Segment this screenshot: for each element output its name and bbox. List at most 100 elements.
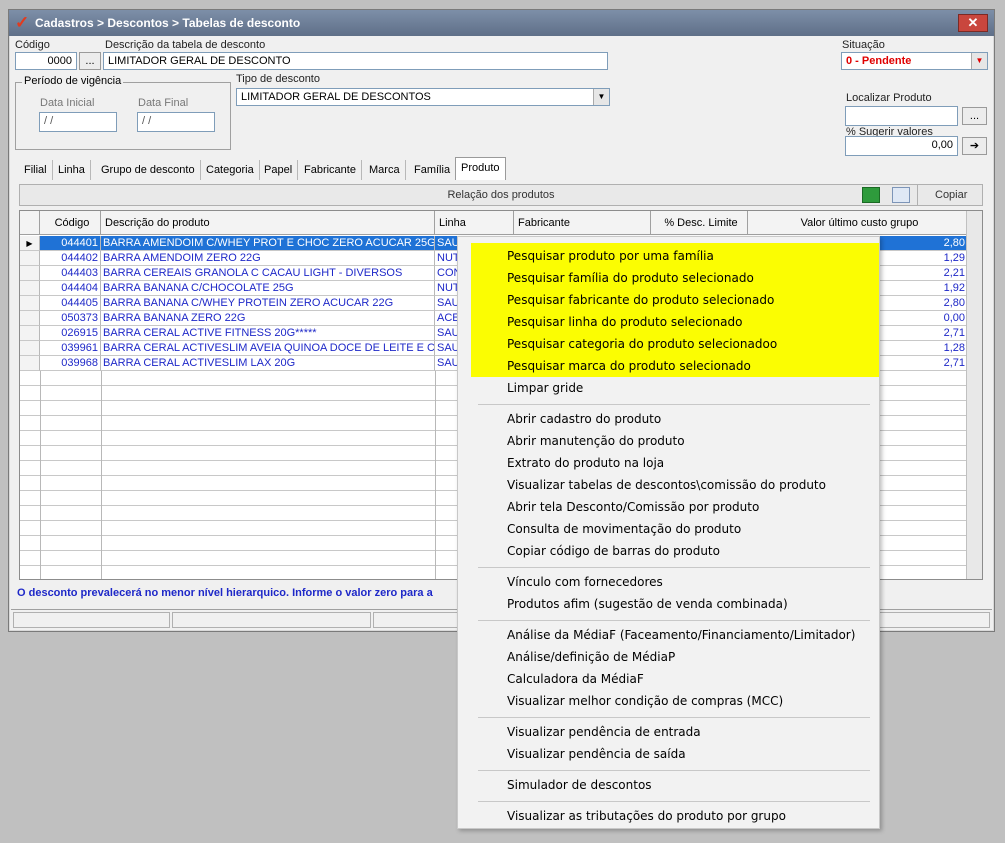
- menu-item-pesquisar-produto-por-uma-familia[interactable]: Pesquisar produto por uma família: [507, 245, 714, 267]
- col-linha-header[interactable]: Linha: [435, 211, 514, 235]
- col-valor-header[interactable]: Valor último custo grupo: [748, 211, 968, 235]
- data-inicial-field[interactable]: / /: [39, 112, 117, 132]
- menu-item-analise-da-mediaf-faceamento-financiamen[interactable]: Análise da MédiaF (Faceamento/Financiame…: [507, 624, 855, 646]
- chevron-down-icon[interactable]: ▼: [971, 53, 987, 69]
- cell-codigo: 044405: [40, 296, 101, 311]
- tab-papel[interactable]: Papel: [259, 160, 299, 180]
- cell-descricao: BARRA CEREAIS GRANOLA C CACAU LIGHT - DI…: [101, 266, 435, 281]
- menu-item-simulador-de-descontos[interactable]: Simulador de descontos: [507, 774, 652, 796]
- row-indicator: [20, 296, 40, 311]
- tab-filial[interactable]: Filial: [19, 160, 53, 180]
- menu-item-visualizar-melhor-condicao-de-compras-mc[interactable]: Visualizar melhor condição de compras (M…: [507, 690, 783, 712]
- cell-codigo: 044403: [40, 266, 101, 281]
- tipo-select[interactable]: LIMITADOR GERAL DE DESCONTOS ▼: [236, 88, 610, 106]
- localizar-field[interactable]: [845, 106, 958, 126]
- cell-codigo: 044401: [40, 236, 101, 251]
- descricao-label: Descrição da tabela de desconto: [105, 39, 266, 51]
- status-panel: [13, 612, 170, 628]
- descricao-field[interactable]: LIMITADOR GERAL DE DESCONTO: [103, 52, 608, 70]
- grid-line: [101, 491, 102, 506]
- grid-line: [101, 551, 102, 566]
- grid-line: [101, 371, 102, 386]
- menu-item-visualizar-as-tributacoes-do-produto-por[interactable]: Visualizar as tributações do produto por…: [507, 805, 786, 827]
- tipo-value: LIMITADOR GERAL DE DESCONTOS: [241, 91, 431, 103]
- grid-line: [101, 521, 102, 536]
- tab-linha[interactable]: Linha: [53, 160, 91, 180]
- menu-item-analise-definicao-de-mediap[interactable]: Análise/definição de MédiaP: [507, 646, 675, 668]
- tab-produto[interactable]: Produto: [455, 157, 506, 180]
- row-indicator: [20, 311, 40, 326]
- apply-arrow-icon[interactable]: ➔: [962, 137, 987, 155]
- menu-item-visualizar-tabelas-de-descontos-comissao[interactable]: Visualizar tabelas de descontos\comissão…: [507, 474, 826, 496]
- row-indicator: [20, 251, 40, 266]
- periodo-label: Período de vigência: [22, 75, 124, 87]
- menu-separator: [478, 801, 870, 802]
- periodo-groupbox: Período de vigência Data Inicial / / Dat…: [15, 75, 231, 150]
- grid-line: [40, 371, 41, 386]
- search-product-icon[interactable]: [892, 187, 910, 203]
- menu-separator: [478, 717, 870, 718]
- menu-item-calculadora-da-mediaf[interactable]: Calculadora da MédiaF: [507, 668, 644, 690]
- excel-export-icon[interactable]: [862, 187, 880, 203]
- codigo-lookup-button[interactable]: ...: [79, 52, 101, 70]
- menu-item-visualizar-pendencia-de-saida[interactable]: Visualizar pendência de saída: [507, 743, 686, 765]
- grid-vertical-scrollbar[interactable]: [966, 211, 982, 579]
- col-codigo-header[interactable]: Código: [40, 211, 101, 235]
- grid-line: [435, 371, 436, 386]
- grid-line: [101, 401, 102, 416]
- grid-line: [40, 566, 41, 579]
- grid-line: [101, 536, 102, 551]
- menu-item-abrir-tela-desconto-comissao-por-produto[interactable]: Abrir tela Desconto/Comissão por produto: [507, 496, 759, 518]
- grid-line: [101, 506, 102, 521]
- situacao-select[interactable]: 0 - Pendente ▼: [841, 52, 988, 70]
- tab-familia[interactable]: Família: [409, 160, 457, 180]
- grid-line: [101, 386, 102, 401]
- chevron-down-icon[interactable]: ▼: [593, 89, 609, 105]
- tab-marca[interactable]: Marca: [364, 160, 406, 180]
- data-final-label: Data Final: [138, 97, 189, 109]
- menu-item-abrir-manutencao-do-produto[interactable]: Abrir manutenção do produto: [507, 430, 685, 452]
- col-fabricante-header[interactable]: Fabricante: [514, 211, 651, 235]
- cell-codigo: 044402: [40, 251, 101, 266]
- grid-line: [435, 506, 436, 521]
- menu-item-limpar-gride[interactable]: Limpar gride: [507, 377, 583, 399]
- menu-item-pesquisar-categoria-do-produto-seleciona[interactable]: Pesquisar categoria do produto seleciona…: [507, 333, 777, 355]
- grid-line: [435, 416, 436, 431]
- menu-item-pesquisar-marca-do-produto-selecionado[interactable]: Pesquisar marca do produto selecionado: [507, 355, 751, 377]
- menu-item-extrato-do-produto-na-loja[interactable]: Extrato do produto na loja: [507, 452, 664, 474]
- menu-item-abrir-cadastro-do-produto[interactable]: Abrir cadastro do produto: [507, 408, 661, 430]
- col-desc-limite-header[interactable]: % Desc. Limite: [651, 211, 748, 235]
- close-button[interactable]: ✕: [958, 14, 988, 32]
- menu-item-produtos-afim-sugestao-de-venda-combinad[interactable]: Produtos afim (sugestão de venda combina…: [507, 593, 788, 615]
- tab-categoria[interactable]: Categoria: [201, 160, 260, 180]
- cell-descricao: BARRA BANANA C/CHOCOLATE 25G: [101, 281, 435, 296]
- localizar-button[interactable]: ...: [962, 107, 987, 125]
- tab-grupo-de-desconto[interactable]: Grupo de desconto: [96, 160, 201, 180]
- grid-caption-bar: Relação dos produtos Copiar: [19, 184, 983, 206]
- data-final-field[interactable]: / /: [137, 112, 215, 132]
- menu-item-pesquisar-fabricante-do-produto-selecion[interactable]: Pesquisar fabricante do produto selecion…: [507, 289, 774, 311]
- grid-line: [40, 521, 41, 536]
- menu-separator: [478, 620, 870, 621]
- menu-item-pesquisar-linha-do-produto-selecionado[interactable]: Pesquisar linha do produto selecionado: [507, 311, 742, 333]
- title-bar[interactable]: ✓ Cadastros > Descontos > Tabelas de des…: [9, 10, 994, 36]
- menu-item-consulta-de-movimentacao-do-produto[interactable]: Consulta de movimentação do produto: [507, 518, 741, 540]
- copy-button[interactable]: Copiar: [935, 185, 967, 205]
- localizar-label: Localizar Produto: [846, 92, 932, 104]
- codigo-field[interactable]: 0000: [15, 52, 77, 70]
- col-descricao-header[interactable]: Descrição do produto: [101, 211, 435, 235]
- menu-item-pesquisar-familia-do-produto-selecionado[interactable]: Pesquisar família do produto selecionado: [507, 267, 754, 289]
- cell-descricao: BARRA CERAL ACTIVESLIM AVEIA QUINOA DOCE…: [101, 341, 435, 356]
- row-indicator: [20, 326, 40, 341]
- tab-fabricante[interactable]: Fabricante: [299, 160, 362, 180]
- grid-line: [435, 446, 436, 461]
- situacao-value: 0 - Pendente: [846, 55, 912, 67]
- menu-item-visualizar-pendencia-de-entrada[interactable]: Visualizar pendência de entrada: [507, 721, 701, 743]
- grid-line: [435, 566, 436, 579]
- grid-line: [435, 491, 436, 506]
- menu-item-copiar-codigo-de-barras-do-produto[interactable]: Copiar código de barras do produto: [507, 540, 720, 562]
- sugerir-field[interactable]: 0,00: [845, 136, 958, 156]
- grid-line: [435, 431, 436, 446]
- row-indicator: [20, 341, 40, 356]
- menu-item-vinculo-com-fornecedores[interactable]: Vínculo com fornecedores: [507, 571, 663, 593]
